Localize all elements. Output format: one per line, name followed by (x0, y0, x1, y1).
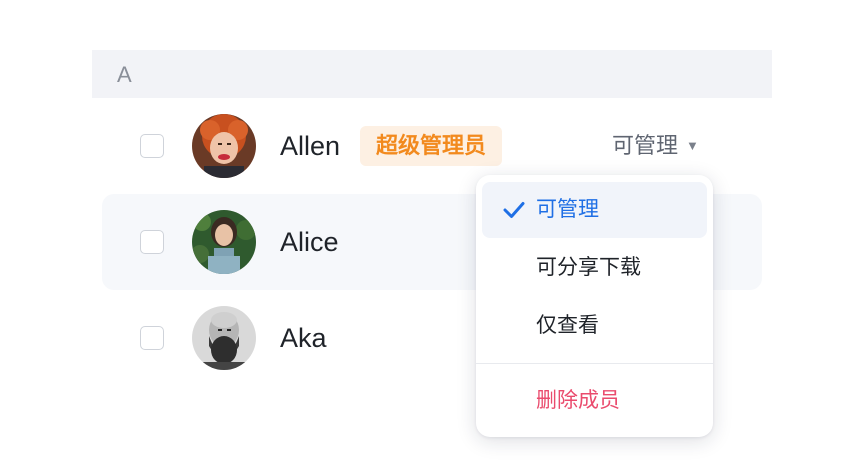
member-checkbox[interactable] (140, 326, 164, 350)
caret-down-icon: ▼ (686, 138, 699, 153)
menu-item-view-only[interactable]: 仅查看 (482, 298, 707, 354)
menu-item-label: 删除成员 (536, 389, 620, 412)
member-name: Alice (280, 227, 339, 257)
section-letter: A (117, 62, 132, 87)
member-name: Aka (280, 323, 327, 353)
menu-item-share-download[interactable]: 可分享下载 (482, 240, 707, 296)
menu-item-label: 可分享下载 (536, 256, 641, 279)
member-list: A Allen 超级管理员 可管理 ▼ Alice Aka 可管理 可分享下载 … (0, 0, 864, 474)
avatar (192, 114, 256, 178)
avatar (192, 306, 256, 370)
menu-item-remove-member[interactable]: 删除成员 (482, 373, 707, 429)
checkmark-icon (503, 202, 525, 218)
menu-item-label: 仅查看 (536, 314, 599, 337)
menu-item-label: 可管理 (536, 198, 599, 221)
super-admin-badge: 超级管理员 (360, 126, 503, 166)
permission-dropdown-menu: 可管理 可分享下载 仅查看 删除成员 (476, 175, 713, 437)
permission-value: 可管理 (612, 133, 679, 158)
avatar (192, 210, 256, 274)
menu-item-manage[interactable]: 可管理 (482, 182, 707, 238)
member-name: Allen (280, 131, 341, 161)
member-checkbox[interactable] (140, 134, 164, 158)
menu-divider (476, 363, 713, 364)
section-header: A (92, 50, 772, 98)
permission-select[interactable]: 可管理 ▼ (612, 131, 699, 161)
member-checkbox[interactable] (140, 230, 164, 254)
